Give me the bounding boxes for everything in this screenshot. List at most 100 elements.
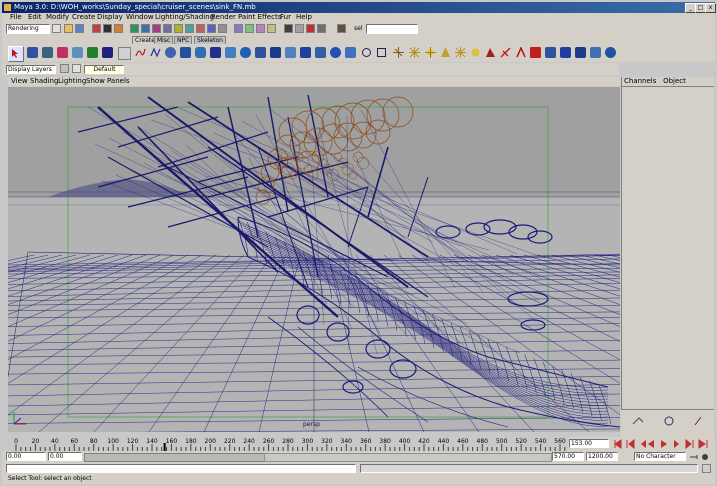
paint-icon[interactable] xyxy=(664,416,674,426)
area-light-icon[interactable] xyxy=(470,47,481,58)
layer-options-icon[interactable] xyxy=(60,64,69,73)
cv-curve-icon[interactable] xyxy=(135,47,146,58)
menu-create[interactable]: Create xyxy=(72,13,95,21)
panel-menu-show[interactable]: Show xyxy=(86,77,105,85)
mask-surfaces-icon[interactable] xyxy=(163,24,172,33)
menu-modify[interactable]: Modify xyxy=(46,13,69,21)
sculpt-deformer-icon[interactable] xyxy=(605,47,616,58)
panel-menu-shading[interactable]: Shading xyxy=(30,77,58,85)
nurbs-torus-icon[interactable] xyxy=(240,47,251,58)
nurbs-cube-icon[interactable] xyxy=(180,47,191,58)
open-scene-icon[interactable] xyxy=(64,24,73,33)
maya-app-icon[interactable] xyxy=(4,4,11,11)
scale-tool-icon[interactable] xyxy=(72,47,83,58)
object-menu[interactable]: Object xyxy=(663,77,686,85)
directional-light-icon[interactable] xyxy=(425,47,436,58)
tab-misc[interactable]: Misc xyxy=(154,36,174,44)
select-tool-icon[interactable] xyxy=(8,46,24,62)
tab-skeleton[interactable]: Skeleton xyxy=(194,36,226,44)
current-frame-field[interactable]: 153.00 xyxy=(569,439,609,448)
save-scene-icon[interactable] xyxy=(75,24,84,33)
sel-toggle-icon[interactable] xyxy=(337,24,346,33)
start-time-field[interactable]: 0.00 xyxy=(6,452,46,461)
mask-deformations-icon[interactable] xyxy=(174,24,183,33)
wire-deformer-icon[interactable] xyxy=(590,47,601,58)
go-to-end-icon[interactable] xyxy=(698,439,708,449)
go-to-start-icon[interactable] xyxy=(614,439,622,449)
close-button[interactable]: x xyxy=(705,3,716,13)
mask-rendering-icon[interactable] xyxy=(196,24,205,33)
end-time-field[interactable]: 1200.00 xyxy=(586,452,618,461)
menu-help[interactable]: Help xyxy=(296,13,312,21)
show-manipulator-icon[interactable] xyxy=(102,47,113,58)
ik-spline-icon[interactable] xyxy=(530,47,541,58)
ipr-render-icon[interactable] xyxy=(306,24,315,33)
volume-light-icon[interactable] xyxy=(485,47,496,58)
menu-render[interactable]: Render xyxy=(211,13,236,21)
ik-handle-icon[interactable] xyxy=(515,47,526,58)
range-track[interactable] xyxy=(264,453,552,462)
display-layers-menu[interactable]: Display Layers xyxy=(6,65,56,74)
poly-cone-icon[interactable] xyxy=(300,47,311,58)
menu-edit[interactable]: Edit xyxy=(28,13,42,21)
new-scene-icon[interactable] xyxy=(52,24,61,33)
nurbs-plane-icon[interactable] xyxy=(225,47,236,58)
panel-menu-lighting[interactable]: Lighting xyxy=(58,77,86,85)
mask-misc-icon[interactable] xyxy=(207,24,216,33)
step-forward-icon[interactable] xyxy=(674,440,679,448)
move-tool-icon[interactable] xyxy=(42,47,53,58)
character-set-menu[interactable]: No Character xyxy=(634,452,686,461)
step-back-icon[interactable] xyxy=(641,440,646,448)
nurbs-cylinder-icon[interactable] xyxy=(195,47,206,58)
playback-end-field[interactable]: 570.00 xyxy=(552,452,584,461)
menu-paint-effects[interactable]: Paint Effects xyxy=(238,13,281,21)
mask-lock-icon[interactable] xyxy=(218,24,227,33)
panel-menu-view[interactable]: View xyxy=(11,77,28,85)
last-tool-icon[interactable] xyxy=(118,47,131,60)
mel-command-input[interactable] xyxy=(6,464,356,473)
default-layer-button[interactable]: Default xyxy=(84,65,124,74)
manipulator-tool-icon[interactable] xyxy=(87,47,98,58)
mask-curves-icon[interactable] xyxy=(152,24,161,33)
channels-menu[interactable]: Channels xyxy=(624,77,656,85)
poly-cylinder-icon[interactable] xyxy=(285,47,296,58)
mask-dynamics-icon[interactable] xyxy=(185,24,194,33)
auto-key-icon[interactable] xyxy=(690,455,698,459)
play-forwards-icon[interactable] xyxy=(661,440,667,448)
play-backwards-icon[interactable] xyxy=(648,440,654,448)
tab-npc[interactable]: NPC xyxy=(174,36,193,44)
spot-light-icon[interactable] xyxy=(440,47,451,58)
point-light-icon[interactable] xyxy=(409,47,420,58)
menu-fur[interactable]: Fur xyxy=(280,13,291,21)
snap-curve-icon[interactable] xyxy=(245,24,254,33)
history-icon[interactable] xyxy=(284,24,293,33)
circle-icon[interactable] xyxy=(361,47,372,58)
nurbs-cone-icon[interactable] xyxy=(210,47,221,58)
ambient-light-icon[interactable] xyxy=(455,47,466,58)
mask-handles-icon[interactable] xyxy=(130,24,139,33)
poly-torus-icon[interactable] xyxy=(330,47,341,58)
menu-lighting-shading[interactable]: Lighting/Shading xyxy=(155,13,214,21)
grid-snap-icon[interactable] xyxy=(393,47,404,58)
subdiv-icon[interactable] xyxy=(345,47,356,58)
snap-view-plane-icon[interactable] xyxy=(267,24,276,33)
range-slider[interactable] xyxy=(84,453,266,462)
menu-display[interactable]: Display xyxy=(97,13,123,21)
nurbs-sphere-icon[interactable] xyxy=(165,47,176,58)
menu-window[interactable]: Window xyxy=(126,13,154,21)
snap-grid-icon[interactable] xyxy=(234,24,243,33)
new-layer-icon[interactable] xyxy=(72,64,81,73)
poly-sphere-icon[interactable] xyxy=(255,47,266,58)
time-slider[interactable]: 0 20 40 60 80 100 120 140 160 180 200 220 240 260 280 3… xyxy=(8,437,568,451)
panel-menu-panels[interactable]: Panels xyxy=(107,77,130,85)
perspective-viewport[interactable]: persp xyxy=(8,87,620,432)
lasso-tool-icon[interactable] xyxy=(27,47,38,58)
blend-shape-icon[interactable] xyxy=(575,47,586,58)
step-back-key-icon[interactable] xyxy=(626,439,635,449)
rotate-tool-icon[interactable] xyxy=(57,47,68,58)
playback-start-field[interactable]: 0.00 xyxy=(48,452,82,461)
poly-plane-icon[interactable] xyxy=(315,47,326,58)
anim-prefs-icon[interactable] xyxy=(702,454,708,460)
mode-selector[interactable]: Rendering xyxy=(6,24,50,34)
snap-point-icon[interactable] xyxy=(256,24,265,33)
